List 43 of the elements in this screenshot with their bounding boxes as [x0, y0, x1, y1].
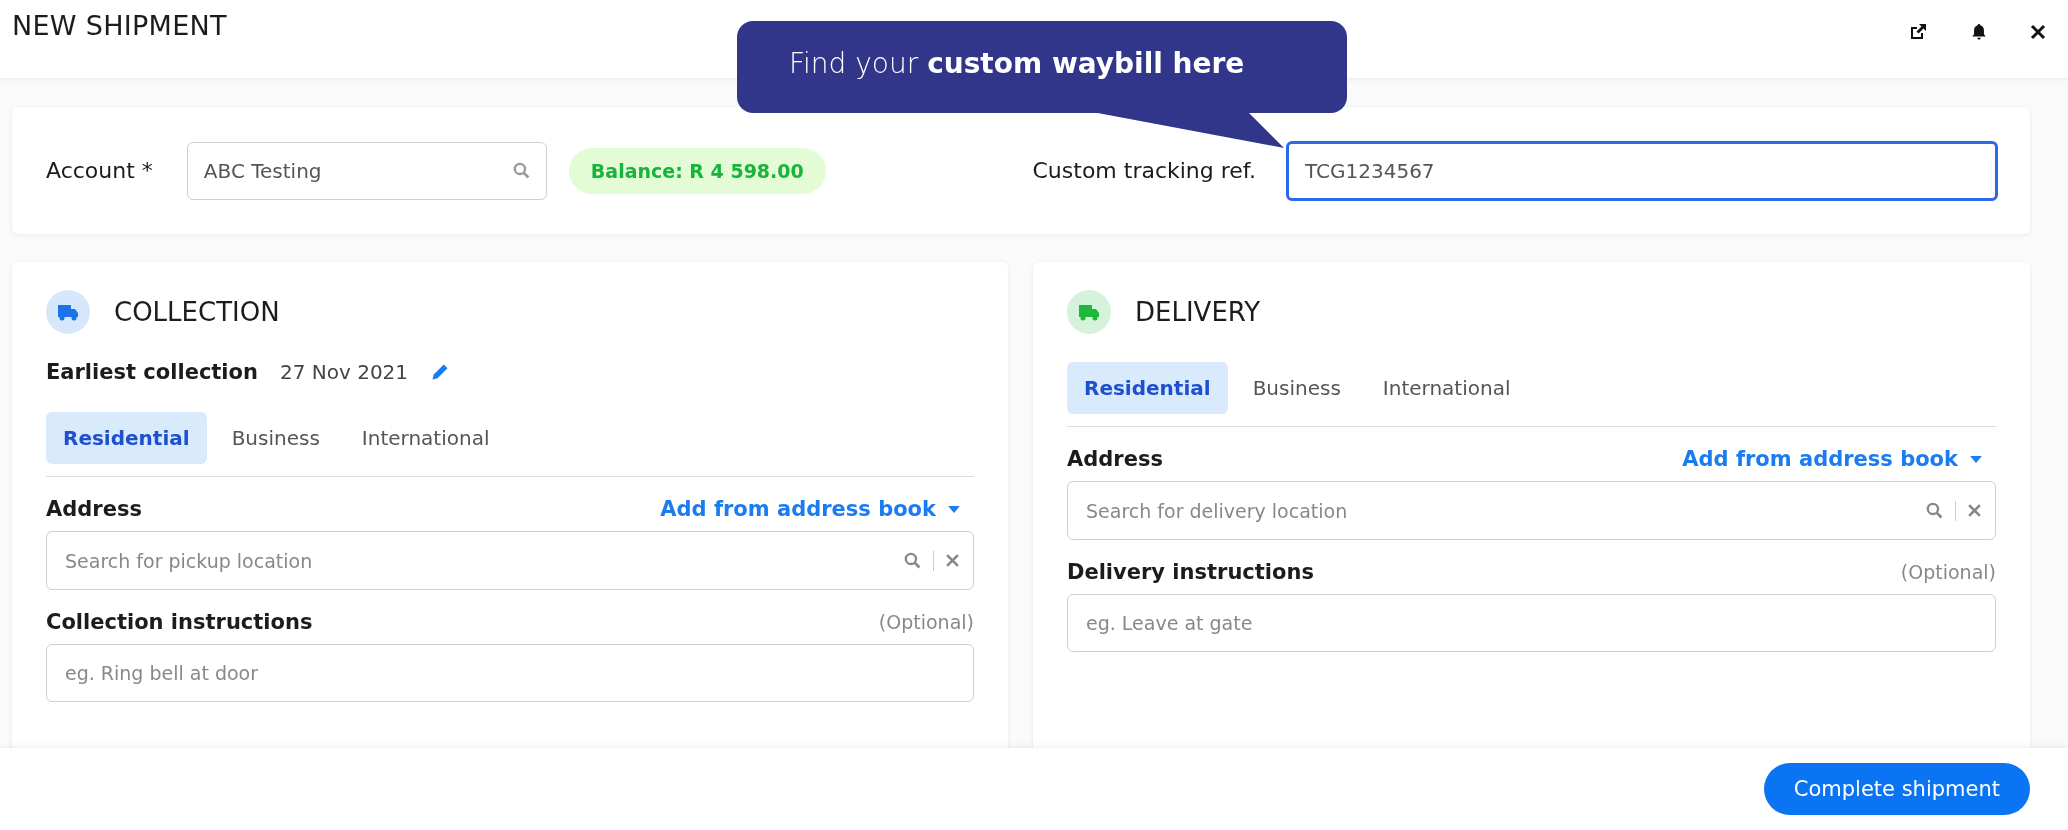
- section-title: COLLECTION: [114, 297, 280, 327]
- address-placeholder: Search for pickup location: [65, 549, 314, 572]
- type-tab[interactable]: Business: [1235, 362, 1358, 414]
- address-book-link[interactable]: Add from address book: [1682, 447, 1982, 471]
- type-tab[interactable]: International: [344, 412, 507, 464]
- address-book-link[interactable]: Add from address book: [660, 497, 960, 521]
- complete-shipment-button[interactable]: Complete shipment: [1763, 763, 2030, 815]
- address-search-field[interactable]: Search for pickup location: [46, 531, 974, 590]
- clear-icon[interactable]: [1968, 504, 1981, 517]
- optional-note: (Optional): [878, 611, 974, 633]
- optional-note: (Optional): [1900, 561, 1996, 583]
- type-tab[interactable]: Business: [214, 412, 337, 464]
- close-icon[interactable]: [2030, 24, 2046, 40]
- type-tab[interactable]: Residential: [46, 412, 207, 464]
- page-title: NEW SHIPMENT: [12, 10, 227, 41]
- external-link-icon[interactable]: [1908, 22, 1928, 42]
- instructions-label: Delivery instructions: [1067, 560, 1314, 584]
- caret-icon[interactable]: [1970, 455, 1982, 463]
- address-label: Address: [1067, 447, 1163, 471]
- instructions-field[interactable]: eg. Ring bell at door: [46, 644, 974, 702]
- account-value: ABC Testing: [203, 158, 322, 183]
- address-placeholder: Search for delivery location: [1086, 499, 1349, 522]
- account-field[interactable]: ABC Testing: [186, 141, 547, 200]
- clear-icon[interactable]: [946, 554, 959, 567]
- search-icon[interactable]: [1926, 502, 1943, 519]
- account-label: Account *: [46, 158, 153, 183]
- bell-icon[interactable]: [1970, 22, 1988, 42]
- address-search-field[interactable]: Search for delivery location: [1067, 481, 1996, 540]
- caret-icon[interactable]: [948, 505, 960, 513]
- tooltip-text: Find your custom waybill here: [789, 47, 1245, 80]
- balance-badge: Balance: R 4 598.00: [568, 147, 826, 194]
- section-title: DELIVERY: [1135, 297, 1261, 327]
- instructions-field[interactable]: eg. Leave at gate: [1067, 594, 1996, 652]
- address-label: Address: [46, 497, 142, 521]
- date-value: 27 Nov 2021: [279, 360, 409, 384]
- instructions-label: Collection instructions: [46, 610, 313, 634]
- tracking-label: Custom tracking ref.: [1032, 158, 1256, 183]
- type-tab[interactable]: Residential: [1067, 362, 1228, 414]
- tracking-field[interactable]: TCG1234567: [1286, 140, 1998, 201]
- earliest-label: Earliest collection: [46, 360, 258, 384]
- search-icon[interactable]: [512, 162, 530, 179]
- type-tab[interactable]: International: [1365, 362, 1528, 414]
- search-icon[interactable]: [904, 552, 921, 569]
